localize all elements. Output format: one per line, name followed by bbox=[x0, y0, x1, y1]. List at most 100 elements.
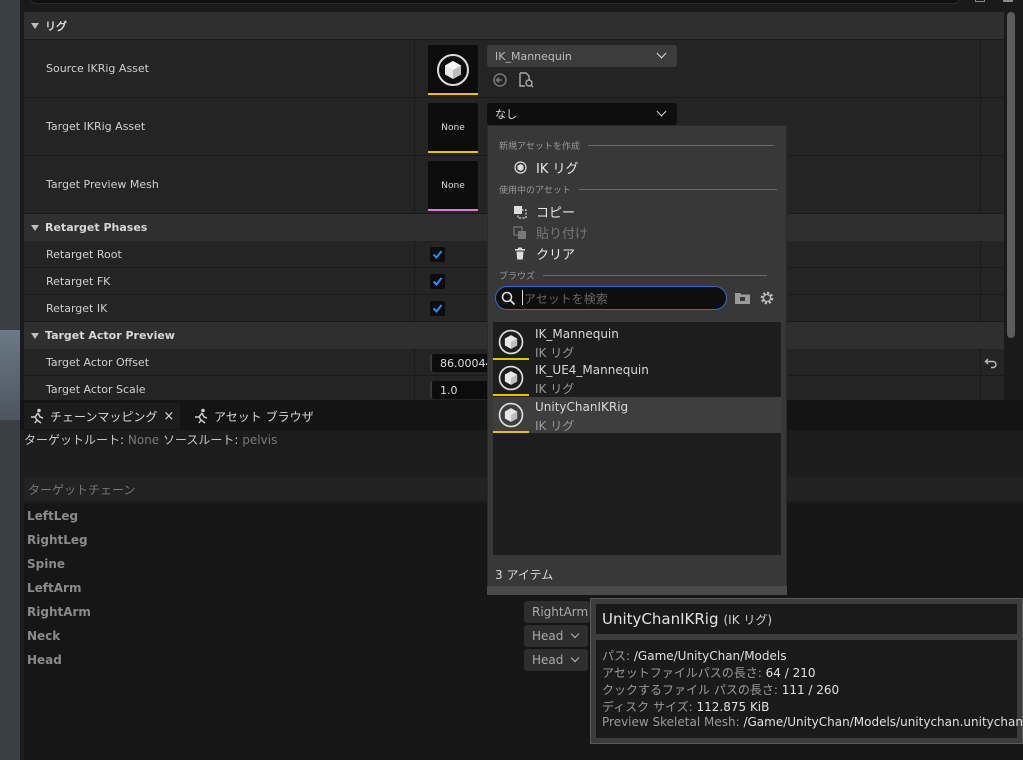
gear-icon[interactable] bbox=[759, 290, 775, 306]
source-chain-combo-rightarm[interactable]: RightArm bbox=[524, 601, 590, 623]
target-preview-mesh-thumb-label: None bbox=[441, 181, 465, 191]
search-icon bbox=[501, 291, 516, 306]
reset-to-default-icon[interactable] bbox=[984, 356, 998, 370]
tooltip-asset-path-length-line: アセットファイルパスの長さ: 64 / 210 bbox=[602, 664, 816, 681]
asset-search-placeholder: アセットを検索 bbox=[524, 291, 608, 306]
asset-list-item[interactable]: IK_UE4_Mannequin IK リグ bbox=[493, 360, 781, 396]
tab-chain-mapping[interactable]: チェーンマッピング × bbox=[24, 403, 180, 429]
section-rig-label: リグ bbox=[45, 19, 67, 33]
menu-header-current: 使用中のアセット bbox=[499, 183, 777, 196]
menu-header-current-label: 使用中のアセット bbox=[499, 186, 571, 196]
source-ikrig-value: IK_Mannequin bbox=[495, 49, 572, 63]
tooltip-asset-path-length-value: 64 / 210 bbox=[765, 666, 816, 680]
checkmark-icon bbox=[432, 250, 443, 260]
details-search-bar[interactable] bbox=[30, 0, 960, 4]
root-info-line: ターゲットルート: None ソースルート: pelvis bbox=[24, 431, 277, 448]
menu-item-copy[interactable]: コピー bbox=[513, 202, 575, 221]
chain-item[interactable]: RightLeg bbox=[27, 533, 88, 547]
target-ikrig-thumb-label: None bbox=[441, 123, 465, 133]
target-root-value: None bbox=[127, 433, 160, 447]
source-ikrig-label: Source IKRig Asset bbox=[46, 62, 149, 75]
chevron-down-icon bbox=[570, 629, 580, 639]
tooltip-cook-path-length-line: クックするファイル パスの長さ: 111 / 260 bbox=[602, 681, 839, 698]
tooltip-path-line: パス: /Game/UnityChan/Models bbox=[602, 647, 786, 664]
trash-icon bbox=[513, 247, 527, 261]
tab-close-icon[interactable]: × bbox=[163, 409, 174, 424]
menu-item-clear-label: クリア bbox=[536, 248, 576, 263]
retarget-fk-checkbox[interactable] bbox=[430, 274, 445, 289]
chain-item[interactable]: LeftArm bbox=[27, 581, 81, 595]
tooltip-title-type: (IK リグ) bbox=[723, 612, 773, 627]
asset-search-input[interactable]: アセットを検索 bbox=[495, 286, 727, 310]
running-man-icon bbox=[31, 408, 44, 424]
text-cursor bbox=[522, 290, 523, 305]
asset-type: IK リグ bbox=[535, 382, 575, 396]
chevron-down-icon bbox=[570, 653, 580, 663]
target-preview-mesh-thumbnail[interactable]: None bbox=[428, 161, 478, 211]
menu-item-paste[interactable]: 貼り付け bbox=[513, 223, 588, 242]
menu-header-browse-label: ブラウズ bbox=[499, 272, 536, 282]
tooltip-header: UnityChanIKRig (IK リグ) bbox=[596, 604, 1017, 634]
chevron-down-icon bbox=[656, 48, 667, 59]
menu-item-clear[interactable]: クリア bbox=[513, 244, 575, 263]
running-man-icon bbox=[195, 408, 208, 424]
ikrig-asset-icon bbox=[493, 397, 529, 433]
source-ikrig-thumbnail[interactable] bbox=[428, 45, 478, 95]
target-chain-header-label: ターゲットチェーン bbox=[28, 482, 136, 497]
target-preview-mesh-label: Target Preview Mesh bbox=[46, 178, 159, 191]
target-root-label: ターゲットルート: bbox=[24, 433, 125, 447]
tooltip-path-label: パス: bbox=[602, 649, 631, 663]
tooltip-disk-size-label: ディスク サイズ: bbox=[602, 700, 693, 714]
section-rig[interactable]: リグ bbox=[24, 12, 1004, 39]
retarget-ik-checkbox[interactable] bbox=[430, 301, 445, 316]
ikrig-asset-icon bbox=[493, 324, 529, 360]
tooltip-preview-mesh-label: Preview Skeletal Mesh: bbox=[602, 715, 740, 729]
tooltip-disk-size-value: 112.875 KiB bbox=[696, 700, 770, 714]
menu-item-ikrig[interactable]: IK リグ bbox=[513, 158, 579, 177]
checkmark-icon bbox=[432, 304, 443, 314]
source-chain-value: Head bbox=[532, 629, 564, 643]
browse-asset-icon[interactable] bbox=[518, 72, 534, 88]
retarget-root-checkbox[interactable] bbox=[430, 247, 445, 262]
source-chain-value: RightArm bbox=[532, 605, 589, 619]
source-chain-combo-head[interactable]: Head bbox=[524, 649, 588, 671]
source-ikrig-row: Source IKRig Asset IK_Mannequin bbox=[24, 40, 1004, 98]
tooltip-title: UnityChanIKRig bbox=[602, 610, 719, 628]
chain-item[interactable]: RightArm bbox=[27, 605, 91, 619]
asset-list-item-selected[interactable]: UnityChanIKRig IK リグ bbox=[493, 397, 781, 433]
tab-chain-mapping-label: チェーンマッピング bbox=[50, 409, 158, 424]
chain-item[interactable]: Head bbox=[27, 653, 62, 667]
menu-header-browse: ブラウズ bbox=[499, 269, 768, 282]
collapse-arrow-icon[interactable] bbox=[31, 22, 39, 29]
menu-item-paste-label: 貼り付け bbox=[536, 227, 589, 242]
source-ikrig-combo[interactable]: IK_Mannequin bbox=[487, 45, 677, 67]
asset-list-item[interactable]: IK_Mannequin IK リグ bbox=[493, 324, 781, 360]
collapse-arrow-icon[interactable] bbox=[31, 224, 39, 231]
chain-item[interactable]: Spine bbox=[27, 557, 65, 571]
settings-icon[interactable] bbox=[1003, 0, 1013, 2]
tooltip-cook-path-length-label: クックするファイル パスの長さ: bbox=[602, 683, 778, 697]
source-chain-combo-neck[interactable]: Head bbox=[524, 625, 588, 647]
tooltip-disk-size-line: ディスク サイズ: 112.875 KiB bbox=[602, 698, 769, 715]
folder-filter-icon[interactable] bbox=[734, 291, 751, 305]
menu-resize-grip[interactable] bbox=[487, 586, 787, 595]
target-ikrig-thumbnail[interactable]: None bbox=[428, 103, 478, 153]
view-options-icon[interactable] bbox=[975, 0, 985, 2]
tooltip-cook-path-length-value: 111 / 260 bbox=[781, 683, 840, 697]
chain-item[interactable]: LeftLeg bbox=[27, 509, 78, 523]
ikrig-asset-icon bbox=[437, 54, 469, 86]
asset-name: IK_Mannequin bbox=[535, 327, 619, 341]
use-selected-asset-icon[interactable] bbox=[492, 73, 508, 87]
source-root-value: pelvis bbox=[242, 433, 278, 447]
menu-header-create: 新規アセットを作成 bbox=[499, 139, 774, 152]
menu-item-copy-label: コピー bbox=[536, 206, 576, 221]
tooltip-preview-mesh-value: /Game/UnityChan/Models/unitychan.unitych… bbox=[743, 715, 1023, 729]
retarget-ik-label: Retarget IK bbox=[46, 302, 108, 315]
chain-item[interactable]: Neck bbox=[27, 629, 60, 643]
ikrig-asset-icon bbox=[493, 360, 529, 396]
details-scrollbar[interactable] bbox=[1007, 12, 1015, 338]
checkmark-icon bbox=[432, 277, 443, 287]
collapse-arrow-icon[interactable] bbox=[31, 332, 39, 339]
target-ikrig-combo[interactable]: なし bbox=[487, 103, 677, 125]
tab-asset-browser[interactable]: アセット ブラウザ bbox=[190, 403, 320, 429]
